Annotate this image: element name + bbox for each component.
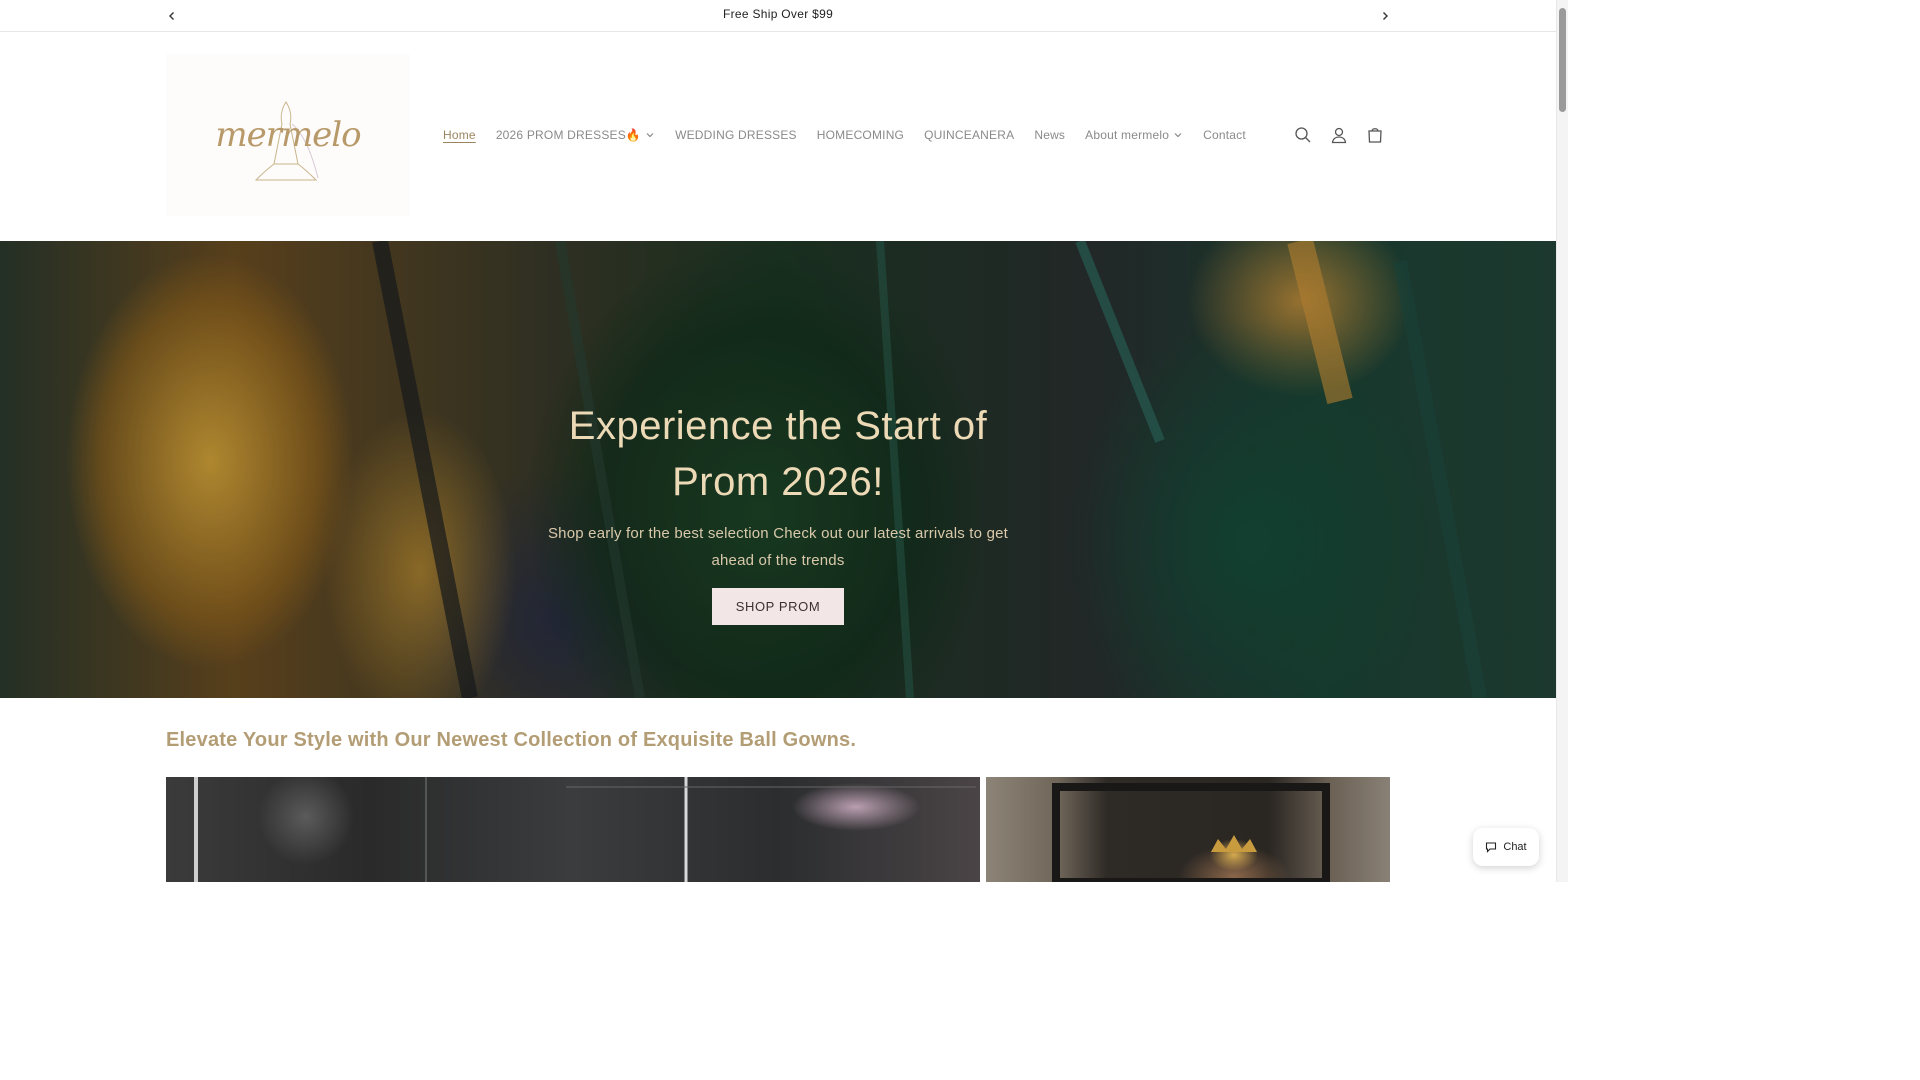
scrollbar-thumb[interactable] [1559,8,1566,112]
hero-content: Experience the Start of Prom 2026! Shop … [0,398,1556,625]
nav-item-wedding-dresses[interactable]: WEDDING DRESSES [675,128,797,142]
chat-bubble-icon [1486,842,1497,853]
nav-label: News [1034,128,1066,142]
nav-item-news[interactable]: News [1034,128,1065,142]
nav-item-prom-dresses[interactable]: 2026 PROM DRESSES🔥 [496,128,655,142]
nav-item-home[interactable]: Home [443,128,476,142]
site-header: mermelo Home 2026 PROM DRESSES🔥 WEDDING … [0,32,1556,241]
chat-button[interactable]: Chat [1473,828,1539,866]
account-icon [1331,127,1347,144]
hero-title-line: Experience the Start of [568,404,988,448]
page-scrollbar[interactable] [1556,0,1568,882]
nav-label: WEDDING DRESSES [675,128,797,142]
hero-title-line: Prom 2026! [672,460,884,504]
main-nav: Home 2026 PROM DRESSES🔥 WEDDING DRESSES … [443,128,1266,142]
chevron-down-icon [1174,133,1182,138]
chevron-down-icon [646,133,654,138]
collection-heading: Elevate Your Style with Our Newest Colle… [166,729,857,751]
account-button[interactable] [1328,124,1350,146]
search-button[interactable] [1292,124,1314,146]
nav-label: About mermelo [1085,128,1170,142]
collection-image-tile[interactable] [986,777,1390,882]
search-icon [1295,127,1311,143]
tile-image-decor [194,777,976,882]
hero-title: Experience the Start of Prom 2026! [0,398,1556,510]
nav-label: Contact [1203,128,1246,142]
cart-button[interactable] [1364,124,1386,146]
nav-label: QUINCEANERA [924,128,1015,142]
announcement-next-button[interactable] [1375,6,1395,26]
nav-item-homecoming[interactable]: HOMECOMING [817,128,904,142]
chevron-right-icon [1383,12,1388,20]
logo-text: mermelo [215,115,361,155]
announcement-bar: Free Ship Over $99 [0,0,1556,32]
chat-label: Chat [1503,841,1527,853]
announcement-message: Free Ship Over $99 [722,7,834,21]
nav-label: HOMECOMING [816,128,905,142]
nav-item-quinceanera[interactable]: QUINCEANERA [924,128,1014,142]
nav-item-about[interactable]: About mermelo [1085,128,1183,142]
shop-prom-button[interactable]: SHOP PROM [711,588,845,625]
cart-icon [1368,128,1382,143]
nav-label: 2026 PROM DRESSES🔥 [495,128,642,142]
nav-item-contact[interactable]: Contact [1203,128,1246,142]
header-icons [1292,124,1386,146]
nav-label: Home [443,128,476,142]
tile-image-decor [1052,783,1330,882]
hero-banner: Experience the Start of Prom 2026! Shop … [0,241,1556,698]
logo-link[interactable]: mermelo [166,54,410,216]
collection-image-tile[interactable] [166,777,980,882]
hero-subtitle: Shop early for the best selection Check … [547,525,1009,569]
